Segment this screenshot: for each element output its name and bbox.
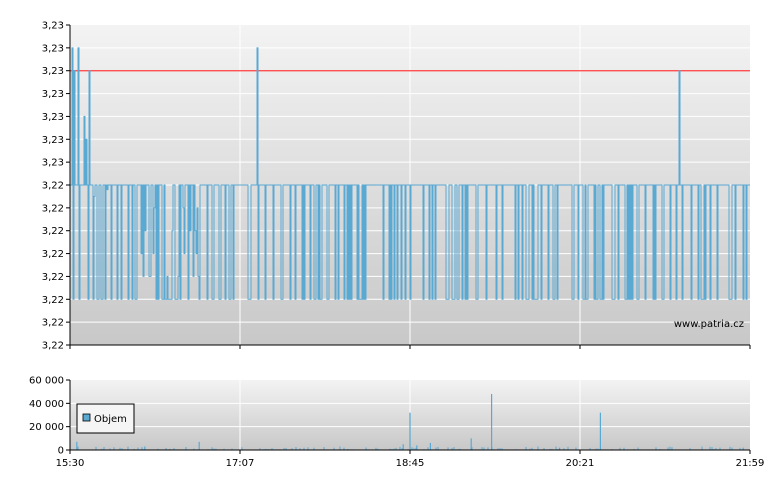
price-y-tick-label: 3,23 [42, 43, 64, 54]
volume-x-ticks: 15:30 17:07 18:45 20:21 21:59 [56, 450, 765, 469]
price-y-tick-label: 3,22 [42, 203, 64, 214]
price-y-tick-label: 3,23 [42, 112, 64, 123]
price-panel: 3,23 3,23 3,23 3,23 3,23 3,23 3,23 3,22 3,22 3,22… [42, 21, 751, 352]
x-tick-label: 15:30 [56, 458, 85, 469]
price-y-tick-label: 3,22 [42, 226, 64, 237]
watermark: www.patria.cz [674, 319, 744, 330]
x-tick-label: 18:45 [396, 458, 425, 469]
price-y-tick-label: 3,22 [42, 318, 64, 329]
price-x-ticks [69, 345, 751, 349]
x-tick-label: 21:59 [736, 458, 765, 469]
price-y-tick-label: 3,22 [42, 249, 64, 260]
volume-legend: Objem [76, 403, 135, 434]
volume-y-ticks: 60 000 40 000 20 000 0 [29, 376, 70, 457]
legend-swatch [82, 413, 91, 422]
price-y-tick-label: 3,22 [42, 295, 64, 306]
price-y-tick-label: 3,23 [42, 135, 64, 146]
price-y-tick-label: 3,22 [42, 341, 64, 352]
chart-svg: 3,23 3,23 3,23 3,23 3,23 3,23 3,23 3,22 3,22 3,22… [29, 21, 764, 470]
volume-panel: 60 000 40 000 20 000 0 15:30 17:07 18:45 20:21… [29, 376, 764, 470]
price-y-tick-label: 3,23 [42, 158, 64, 169]
price-y-tick-label: 3,22 [42, 181, 64, 192]
chart-root: 3,23 3,23 3,23 3,23 3,23 3,23 3,23 3,22 3,22 3,22… [0, 0, 780, 490]
price-y-tick-label: 3,22 [42, 272, 64, 283]
volume-y-tick-label: 40 000 [29, 399, 64, 410]
x-tick-label: 17:07 [226, 458, 255, 469]
x-tick-label: 20:21 [566, 458, 595, 469]
legend-label: Objem [94, 414, 127, 425]
price-y-tick-label: 3,23 [42, 89, 64, 100]
price-y-ticks: 3,23 3,23 3,23 3,23 3,23 3,23 3,23 3,22 3,22 3,22… [42, 21, 70, 352]
price-y-tick-label: 3,23 [42, 66, 64, 77]
volume-y-tick-label: 60 000 [29, 376, 64, 387]
price-y-tick-label: 3,23 [42, 21, 64, 32]
volume-y-tick-label: 0 [58, 446, 64, 457]
volume-y-tick-label: 20 000 [29, 422, 64, 433]
